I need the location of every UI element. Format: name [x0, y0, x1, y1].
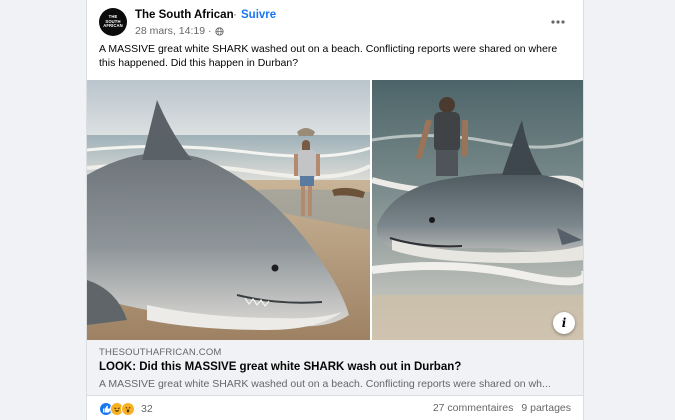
comments-count-link[interactable]: 27 commentaires — [433, 402, 514, 414]
shark-beach-image-right — [372, 80, 583, 340]
shark-photo-left[interactable] — [87, 80, 370, 340]
engagement-stats: 27 commentaires 9 partages — [433, 402, 571, 414]
follow-button[interactable]: Suivre — [241, 9, 276, 21]
post-caption: A MASSIVE great white SHARK washed out o… — [99, 43, 558, 69]
more-options-button[interactable] — [547, 12, 569, 32]
shares-count-link[interactable]: 9 partages — [521, 402, 571, 414]
link-title[interactable]: LOOK: Did this MASSIVE great white SHARK… — [99, 361, 461, 373]
shark-beach-image-left — [87, 80, 370, 340]
post-header: THE SOUTH AFRICAN The South African · Su… — [97, 6, 573, 40]
reaction-summary[interactable]: 32 — [99, 402, 153, 416]
post-timestamp[interactable]: 28 mars, 14:19 — [135, 25, 205, 37]
post-media[interactable]: i — [87, 80, 583, 340]
link-preview[interactable]: THESOUTHAFRICAN.COM LOOK: Did this MASSI… — [87, 340, 583, 396]
post-footer: 32 27 commentaires 9 partages — [97, 402, 573, 418]
link-domain: THESOUTHAFRICAN.COM — [99, 347, 222, 358]
page-name-link[interactable]: The South African — [135, 9, 234, 21]
post-card: THE SOUTH AFRICAN The South African · Su… — [86, 0, 584, 420]
wow-reaction-icon — [121, 402, 135, 416]
post-meta: 28 mars, 14:19 · — [135, 25, 224, 37]
link-description: A MASSIVE great white SHARK washed out o… — [99, 378, 551, 390]
media-info-button[interactable]: i — [553, 312, 575, 334]
avatar-text-line-3: AFRICAN — [103, 23, 123, 29]
reaction-count: 32 — [141, 403, 153, 415]
meta-separator: · — [208, 25, 212, 37]
more-horizontal-icon — [551, 20, 565, 24]
page-avatar[interactable]: THE SOUTH AFRICAN — [99, 8, 127, 36]
name-separator: · — [233, 9, 237, 21]
shark-photo-right[interactable] — [372, 80, 583, 340]
globe-icon — [214, 26, 224, 36]
